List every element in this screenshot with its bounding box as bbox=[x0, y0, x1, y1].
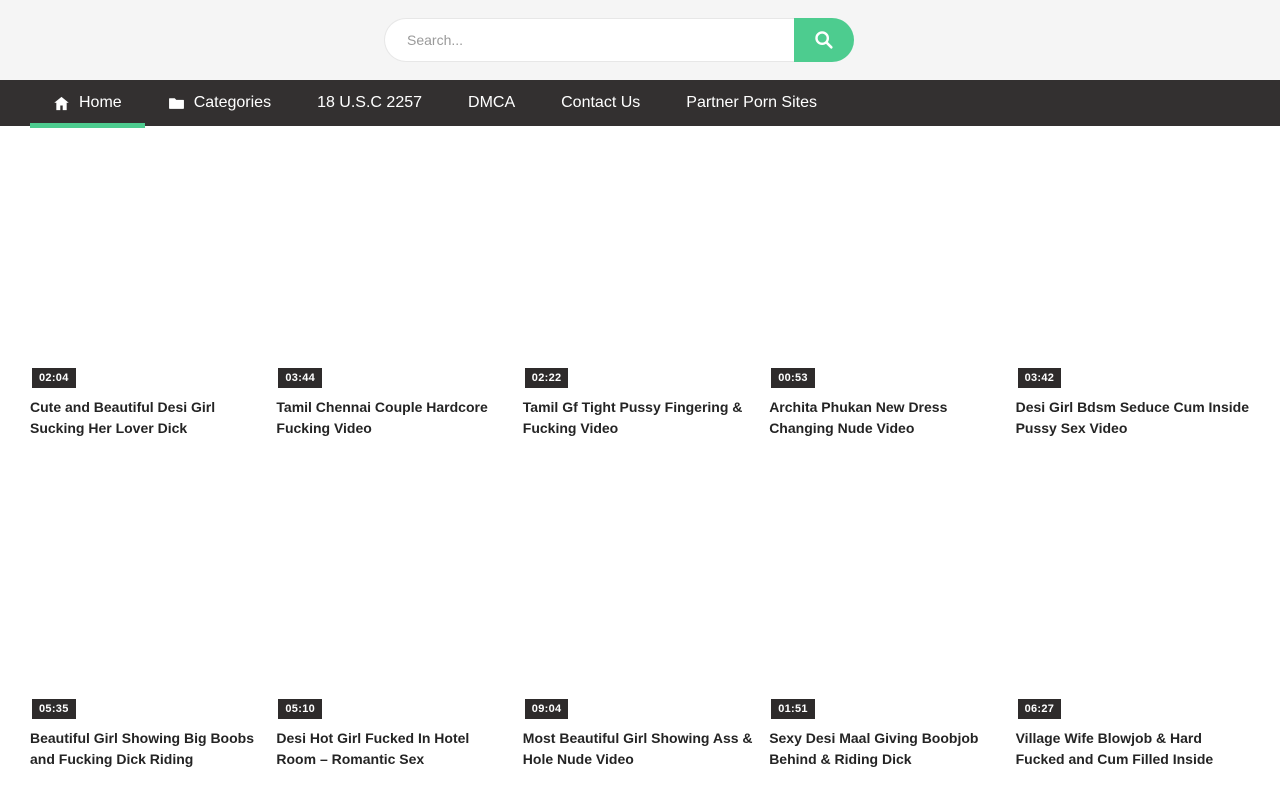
video-card: 01:51 Sexy Desi Maal Giving Boobjob Behi… bbox=[769, 467, 1003, 770]
video-thumbnail[interactable]: 02:22 bbox=[523, 136, 757, 390]
nav-item-label: Partner Porn Sites bbox=[686, 94, 817, 112]
video-thumbnail[interactable]: 01:51 bbox=[769, 467, 1003, 721]
duration-badge: 05:10 bbox=[278, 699, 322, 719]
duration-badge: 02:22 bbox=[525, 368, 569, 388]
video-card: 05:35 Beautiful Girl Showing Big Boobs a… bbox=[30, 467, 264, 770]
home-icon bbox=[53, 95, 70, 112]
video-thumbnail[interactable]: 03:42 bbox=[1016, 136, 1250, 390]
duration-badge: 06:27 bbox=[1018, 699, 1062, 719]
nav-item-label: DMCA bbox=[468, 94, 515, 112]
video-title[interactable]: Sexy Desi Maal Giving Boobjob Behind & R… bbox=[769, 728, 1003, 770]
nav-item-label: 18 U.S.C 2257 bbox=[317, 94, 422, 112]
video-title[interactable]: Most Beautiful Girl Showing Ass & Hole N… bbox=[523, 728, 757, 770]
nav-item-partner-sites[interactable]: Partner Porn Sites bbox=[663, 80, 840, 126]
duration-badge: 00:53 bbox=[771, 368, 815, 388]
video-thumbnail[interactable]: 02:04 bbox=[30, 136, 264, 390]
video-title[interactable]: Desi Girl Bdsm Seduce Cum Inside Pussy S… bbox=[1016, 397, 1250, 439]
duration-badge: 05:35 bbox=[32, 699, 76, 719]
nav-item-label: Categories bbox=[194, 94, 271, 112]
nav-item-dmca[interactable]: DMCA bbox=[445, 80, 538, 126]
duration-badge: 09:04 bbox=[525, 699, 569, 719]
header bbox=[0, 0, 1280, 80]
nav-item-home[interactable]: Home bbox=[30, 80, 145, 126]
video-card: 02:04 Cute and Beautiful Desi Girl Sucki… bbox=[30, 136, 264, 439]
video-card: 05:10 Desi Hot Girl Fucked In Hotel Room… bbox=[276, 467, 510, 770]
folder-icon bbox=[168, 95, 185, 112]
video-card: 02:22 Tamil Gf Tight Pussy Fingering & F… bbox=[523, 136, 757, 439]
video-thumbnail[interactable]: 06:27 bbox=[1016, 467, 1250, 721]
search-button[interactable] bbox=[794, 18, 854, 62]
video-title[interactable]: Tamil Chennai Couple Hardcore Fucking Vi… bbox=[276, 397, 510, 439]
search-input[interactable] bbox=[384, 18, 794, 62]
search-form bbox=[384, 18, 854, 62]
duration-badge: 03:42 bbox=[1018, 368, 1062, 388]
video-title[interactable]: Desi Hot Girl Fucked In Hotel Room – Rom… bbox=[276, 728, 510, 770]
video-title[interactable]: Beautiful Girl Showing Big Boobs and Fuc… bbox=[30, 728, 264, 770]
video-title[interactable]: Tamil Gf Tight Pussy Fingering & Fucking… bbox=[523, 397, 757, 439]
video-thumbnail[interactable]: 05:10 bbox=[276, 467, 510, 721]
video-grid: 02:04 Cute and Beautiful Desi Girl Sucki… bbox=[0, 126, 1280, 800]
video-thumbnail[interactable]: 00:53 bbox=[769, 136, 1003, 390]
video-card: 06:27 Village Wife Blowjob & Hard Fucked… bbox=[1016, 467, 1250, 770]
video-card: 03:44 Tamil Chennai Couple Hardcore Fuck… bbox=[276, 136, 510, 439]
video-title[interactable]: Village Wife Blowjob & Hard Fucked and C… bbox=[1016, 728, 1250, 770]
video-card: 09:04 Most Beautiful Girl Showing Ass & … bbox=[523, 467, 757, 770]
video-thumbnail[interactable]: 05:35 bbox=[30, 467, 264, 721]
video-card: 03:42 Desi Girl Bdsm Seduce Cum Inside P… bbox=[1016, 136, 1250, 439]
nav-item-categories[interactable]: Categories bbox=[145, 80, 294, 126]
nav-item-2257[interactable]: 18 U.S.C 2257 bbox=[294, 80, 445, 126]
video-title[interactable]: Archita Phukan New Dress Changing Nude V… bbox=[769, 397, 1003, 439]
nav-item-label: Contact Us bbox=[561, 94, 640, 112]
search-icon bbox=[813, 29, 835, 51]
nav-item-label: Home bbox=[79, 94, 122, 112]
main-nav: Home Categories 18 U.S.C 2257 DMCA Conta… bbox=[0, 80, 1280, 126]
video-thumbnail[interactable]: 09:04 bbox=[523, 467, 757, 721]
duration-badge: 01:51 bbox=[771, 699, 815, 719]
video-card: 00:53 Archita Phukan New Dress Changing … bbox=[769, 136, 1003, 439]
duration-badge: 03:44 bbox=[278, 368, 322, 388]
video-title[interactable]: Cute and Beautiful Desi Girl Sucking Her… bbox=[30, 397, 264, 439]
duration-badge: 02:04 bbox=[32, 368, 76, 388]
video-thumbnail[interactable]: 03:44 bbox=[276, 136, 510, 390]
nav-item-contact[interactable]: Contact Us bbox=[538, 80, 663, 126]
